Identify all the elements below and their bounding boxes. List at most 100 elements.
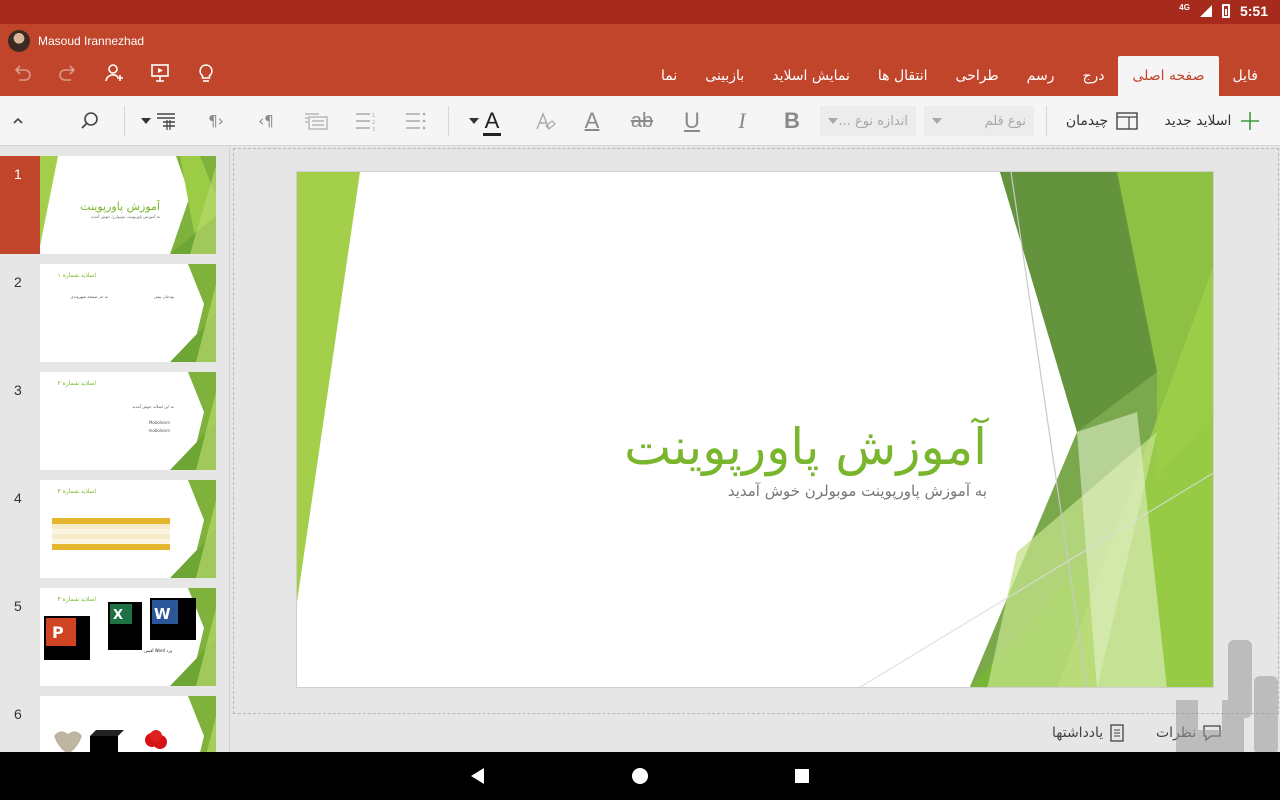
slide-number: 3 <box>14 382 22 398</box>
slide-number: 6 <box>14 706 22 722</box>
layout-label: چیدمان <box>1065 113 1109 129</box>
slide-preview <box>40 696 216 752</box>
tab-home[interactable]: صفحه اصلی <box>1118 56 1219 96</box>
separator <box>448 106 449 136</box>
font-color-icon: A <box>484 108 500 133</box>
bold-button[interactable]: B <box>778 96 806 146</box>
separator <box>124 106 125 136</box>
quick-access-bar <box>10 62 218 86</box>
layout-icon <box>1116 112 1138 130</box>
svg-text:X: X <box>113 608 123 623</box>
layout-button[interactable]: چیدمان <box>1062 96 1142 146</box>
search-icon[interactable] <box>78 96 102 146</box>
notes-icon <box>1110 724 1124 742</box>
home-icon[interactable] <box>630 766 650 786</box>
tab-transitions[interactable]: انتقال ها <box>864 56 942 96</box>
account[interactable]: Masoud Irannezhad <box>8 30 144 52</box>
slide-preview: اسلاید شماره ۳ <box>40 480 216 578</box>
ribbon-tabs: فایل صفحه اصلی درج رسم طراحی انتقال ها ن… <box>647 56 1272 96</box>
slide-number: 5 <box>14 598 22 614</box>
slide-preview: اسلاید شماره ۱ پودمان پیش به جز صفحه شهر… <box>40 264 216 362</box>
font-size-select[interactable]: اندازه نوع ... <box>820 106 916 136</box>
tab-file[interactable]: فایل <box>1219 56 1272 96</box>
slide-caption: ورد Word آفیس <box>144 648 172 653</box>
plus-icon <box>1241 112 1260 130</box>
numbered-list-icon[interactable]: 123 <box>352 96 380 146</box>
slide-bullet: به این اسلاید خوش آمدید <box>132 404 174 409</box>
user-name: Masoud Irannezhad <box>38 34 145 48</box>
clear-formatting-icon[interactable] <box>530 96 558 146</box>
slide-number: 4 <box>14 490 22 506</box>
slide-title: اسلاید شماره ۳ <box>57 488 96 495</box>
tab-design[interactable]: طراحی <box>942 56 1013 96</box>
slide-title[interactable]: آموزش پاورپوینت <box>624 418 987 476</box>
paragraph-format-icon[interactable] <box>138 96 180 146</box>
slide-thumbnail-5[interactable]: 5 P X W اسلاید شماره ۴ ورد Word آفیس <box>0 588 229 686</box>
battery-icon <box>1221 4 1230 18</box>
tab-draw[interactable]: رسم <box>1013 56 1069 96</box>
redo-icon[interactable] <box>56 62 80 86</box>
chevron-down-icon <box>932 118 942 124</box>
tab-review[interactable]: بازبینی <box>691 56 758 96</box>
bullet-list-icon[interactable] <box>402 96 430 146</box>
green-shapes-decoration <box>54 696 216 752</box>
svg-text:1: 1 <box>372 113 375 119</box>
network-type: 4G <box>1179 2 1190 12</box>
slide-preview: P X W اسلاید شماره ۴ ورد Word آفیس <box>40 588 216 686</box>
undo-icon[interactable] <box>10 62 34 86</box>
new-slide-button[interactable]: اسلاید جدید <box>1158 96 1268 146</box>
tab-view[interactable]: نما <box>647 56 691 96</box>
font-color-swatch <box>482 133 502 136</box>
slide-thumbnail-panel[interactable]: 1 آموزش پاورپوینت به آموزش پاورپوینت موب… <box>0 146 230 752</box>
collapse-ribbon-icon[interactable] <box>8 96 28 146</box>
present-icon[interactable] <box>148 62 172 86</box>
slide-thumbnail-3[interactable]: 3 اسلاید شماره ۲ به این اسلاید خوش آمدید… <box>0 372 229 470</box>
share-icon[interactable] <box>102 62 126 86</box>
tab-slideshow[interactable]: نمایش اسلاید <box>758 56 864 96</box>
slide-thumbnail-4[interactable]: 4 اسلاید شماره ۳ <box>0 480 229 578</box>
slide-title: اسلاید شماره ۲ <box>57 380 96 387</box>
text-box-icon[interactable] <box>300 96 332 146</box>
back-icon[interactable] <box>468 766 488 786</box>
slide-bullet: پودمان پیش <box>154 294 174 299</box>
recents-icon[interactable] <box>792 766 812 786</box>
slide-title: اسلاید شماره ۱ <box>57 272 96 279</box>
status-toolbar: یادداشتها نظرات <box>230 716 1280 752</box>
italic-button[interactable]: I <box>728 96 756 146</box>
slide-number-cell <box>0 696 40 752</box>
app-header: Masoud Irannezhad فایل صفحه اصلی درج رسم… <box>0 24 1280 96</box>
clock: 5:51 <box>1239 3 1268 19</box>
underline-button[interactable]: U <box>678 96 706 146</box>
home-toolbar: ¶› ‹¶ 123 A A ab U I B اندازه نوع ... نو… <box>0 96 1280 146</box>
slide-thumbnail-6[interactable]: 6 <box>0 696 229 752</box>
slide-thumbnail-2[interactable]: 2 اسلاید شماره ۱ پودمان پیش به جز صفحه ش… <box>0 264 229 362</box>
signal-icon <box>1199 5 1212 17</box>
font-size-placeholder: اندازه نوع ... <box>838 113 908 129</box>
slide-number: 1 <box>14 166 22 182</box>
font-color-button[interactable]: A <box>462 96 506 146</box>
slide-editor[interactable]: آموزش پاورپوینت به آموزش پاورپوینت موبول… <box>296 171 1214 688</box>
notes-label: یادداشتها <box>1052 725 1104 741</box>
chevron-down-icon <box>828 118 838 124</box>
svg-text:P: P <box>52 623 64 642</box>
notes-button[interactable]: یادداشتها <box>1052 724 1125 742</box>
avatar[interactable] <box>8 30 30 52</box>
strikethrough-button[interactable]: ab <box>626 96 658 146</box>
slide-number: 2 <box>14 274 22 290</box>
slide-title: آموزش پاورپوینت <box>80 200 160 213</box>
ltr-direction-icon[interactable]: ¶› <box>202 96 230 146</box>
rtl-direction-icon[interactable]: ‹¶ <box>252 96 280 146</box>
slide-subtitle[interactable]: به آموزش پاورپوینت موبولرن خوش آمدید <box>728 482 987 500</box>
font-name-select[interactable]: نوع قلم <box>924 106 1034 136</box>
slide-bullet: به جز صفحه شهروندی <box>70 294 108 299</box>
svg-text:W: W <box>154 605 171 623</box>
svg-text:3: 3 <box>372 127 375 131</box>
highlight-color-icon[interactable]: A <box>578 96 606 146</box>
slide-thumbnail-1[interactable]: 1 آموزش پاورپوینت به آموزش پاورپوینت موب… <box>0 156 229 254</box>
tab-insert[interactable]: درج <box>1068 56 1118 96</box>
slide-title: اسلاید شماره ۴ <box>57 596 96 603</box>
slide-subtitle: به آموزش پاورپوینت موبولرن خوش آمدید <box>90 214 160 219</box>
status-bar: 4G 5:51 <box>0 0 1280 24</box>
idea-icon[interactable] <box>194 62 218 86</box>
svg-text:2: 2 <box>372 120 375 126</box>
